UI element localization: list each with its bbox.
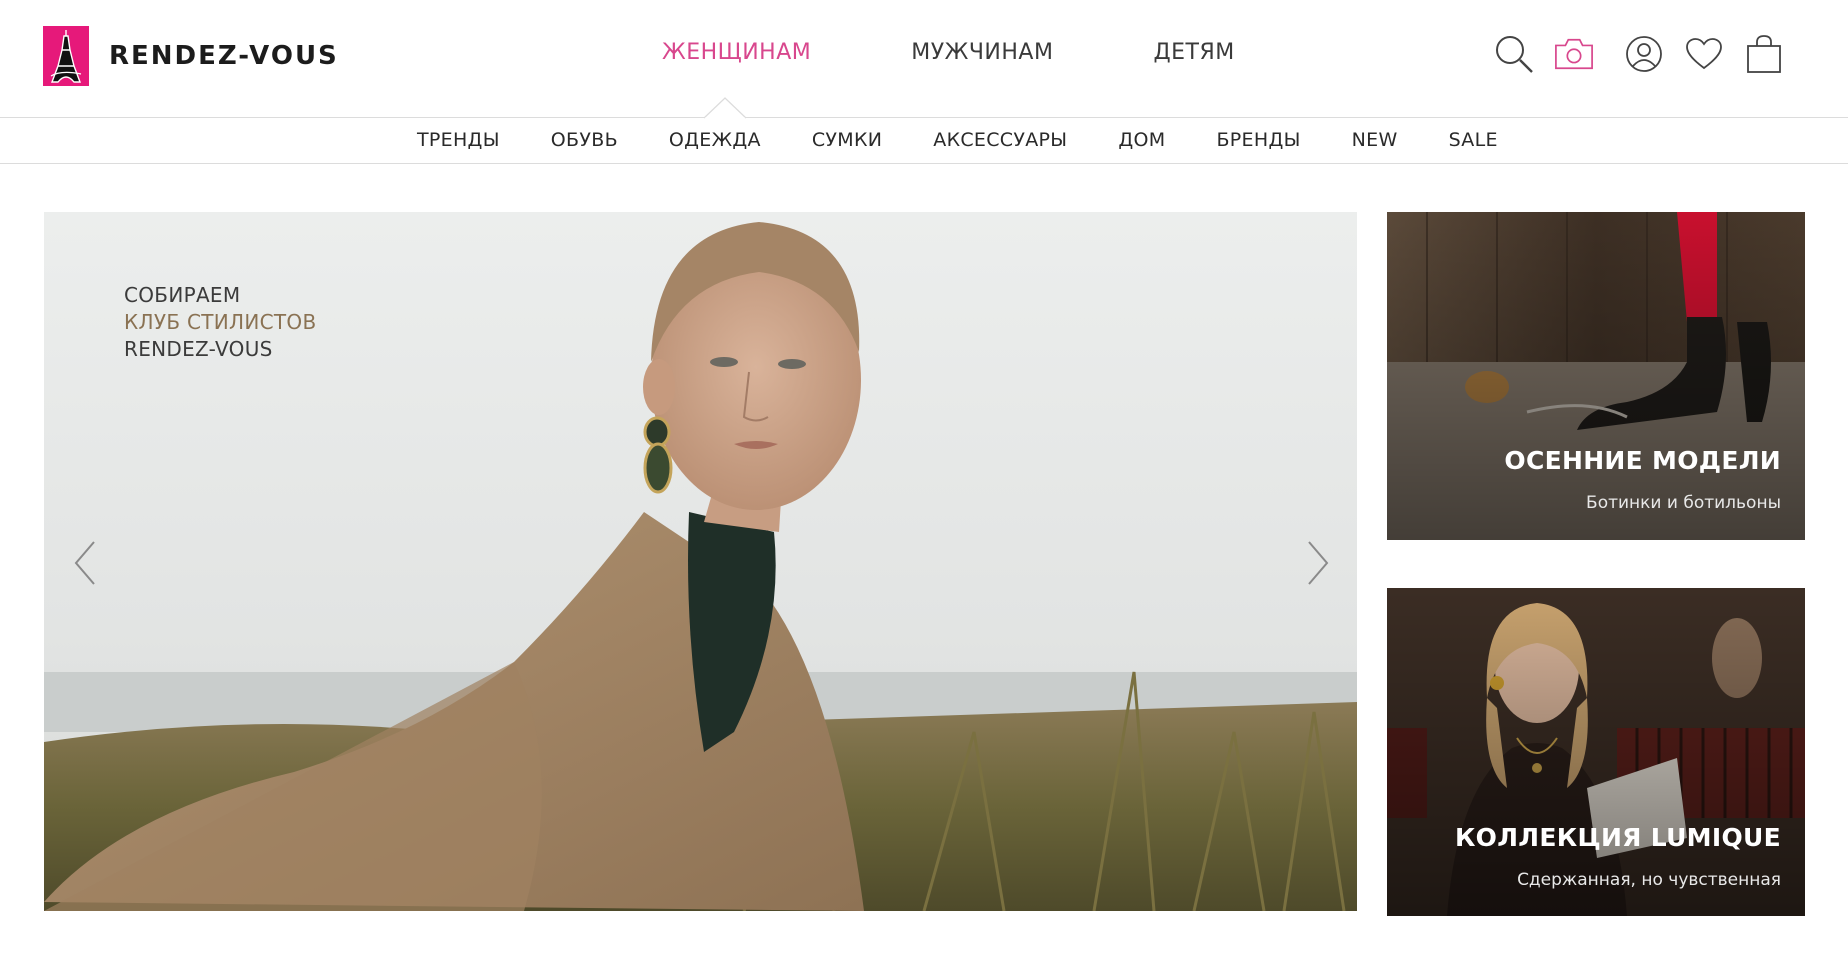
nav-men[interactable]: МУЖЧИНАМ [911,40,1053,65]
chevron-left-icon[interactable] [70,538,100,588]
subnav-new[interactable]: NEW [1352,129,1398,151]
brand-logo[interactable]: RENDEZ-VOUS [43,26,339,86]
subnav-accessories[interactable]: АКСЕССУАРЫ [933,129,1067,151]
heart-icon[interactable] [1684,34,1724,74]
hero-caption: СОБИРАЕМ КЛУБ СТИЛИСТОВ RENDEZ-VOUS [124,282,317,363]
subnav-sale[interactable]: SALE [1449,129,1498,151]
camera-icon[interactable] [1554,34,1594,74]
card-subtitle: Сдержанная, но чувственная [1517,870,1781,890]
promo-card-autumn[interactable]: ОСЕННИЕ МОДЕЛИ Ботинки и ботильоны [1387,212,1805,540]
promo-card-lumique[interactable]: КОЛЛЕКЦИЯ LUMIQUE Сдержанная, но чувстве… [1387,588,1805,916]
lumique-collection-image [1387,588,1805,916]
site-header: RENDEZ-VOUS ЖЕНЩИНАМ МУЖЧИНАМ ДЕТЯМ [0,0,1848,119]
subnav-brands[interactable]: БРЕНДЫ [1216,129,1300,151]
hero-banner[interactable]: СОБИРАЕМ КЛУБ СТИЛИСТОВ RENDEZ-VOUS [44,212,1357,911]
category-subnav: ТРЕНДЫ ОБУВЬ ОДЕЖДА СУМКИ АКСЕССУАРЫ ДОМ… [0,118,1848,164]
subnav-bags[interactable]: СУМКИ [812,129,882,151]
bag-icon[interactable] [1744,34,1784,74]
nav-women[interactable]: ЖЕНЩИНАМ [662,40,811,65]
subnav-trends[interactable]: ТРЕНДЫ [417,129,500,151]
subnav-shoes[interactable]: ОБУВЬ [551,129,618,151]
card-title: КОЛЛЕКЦИЯ LUMIQUE [1454,823,1781,852]
hero-line-1: СОБИРАЕМ [124,283,241,307]
card-title: ОСЕННИЕ МОДЕЛИ [1504,446,1781,475]
autumn-boots-image [1387,212,1805,540]
hero-line-3: RENDEZ-VOUS [124,337,273,361]
active-nav-caret [704,97,746,119]
card-subtitle: Ботинки и ботильоны [1586,493,1781,513]
nav-kids[interactable]: ДЕТЯМ [1153,40,1234,65]
search-icon[interactable] [1494,34,1534,74]
main-nav: ЖЕНЩИНАМ МУЖЧИНАМ ДЕТЯМ [662,40,1235,65]
subnav-clothing[interactable]: ОДЕЖДА [669,129,761,151]
header-icons [1494,34,1784,74]
brand-name: RENDEZ-VOUS [109,41,339,71]
account-icon[interactable] [1624,34,1664,74]
subnav-home[interactable]: ДОМ [1118,129,1165,151]
hero-line-2: КЛУБ СТИЛИСТОВ [124,310,317,334]
eiffel-tower-icon [43,26,89,86]
chevron-right-icon[interactable] [1303,538,1333,588]
